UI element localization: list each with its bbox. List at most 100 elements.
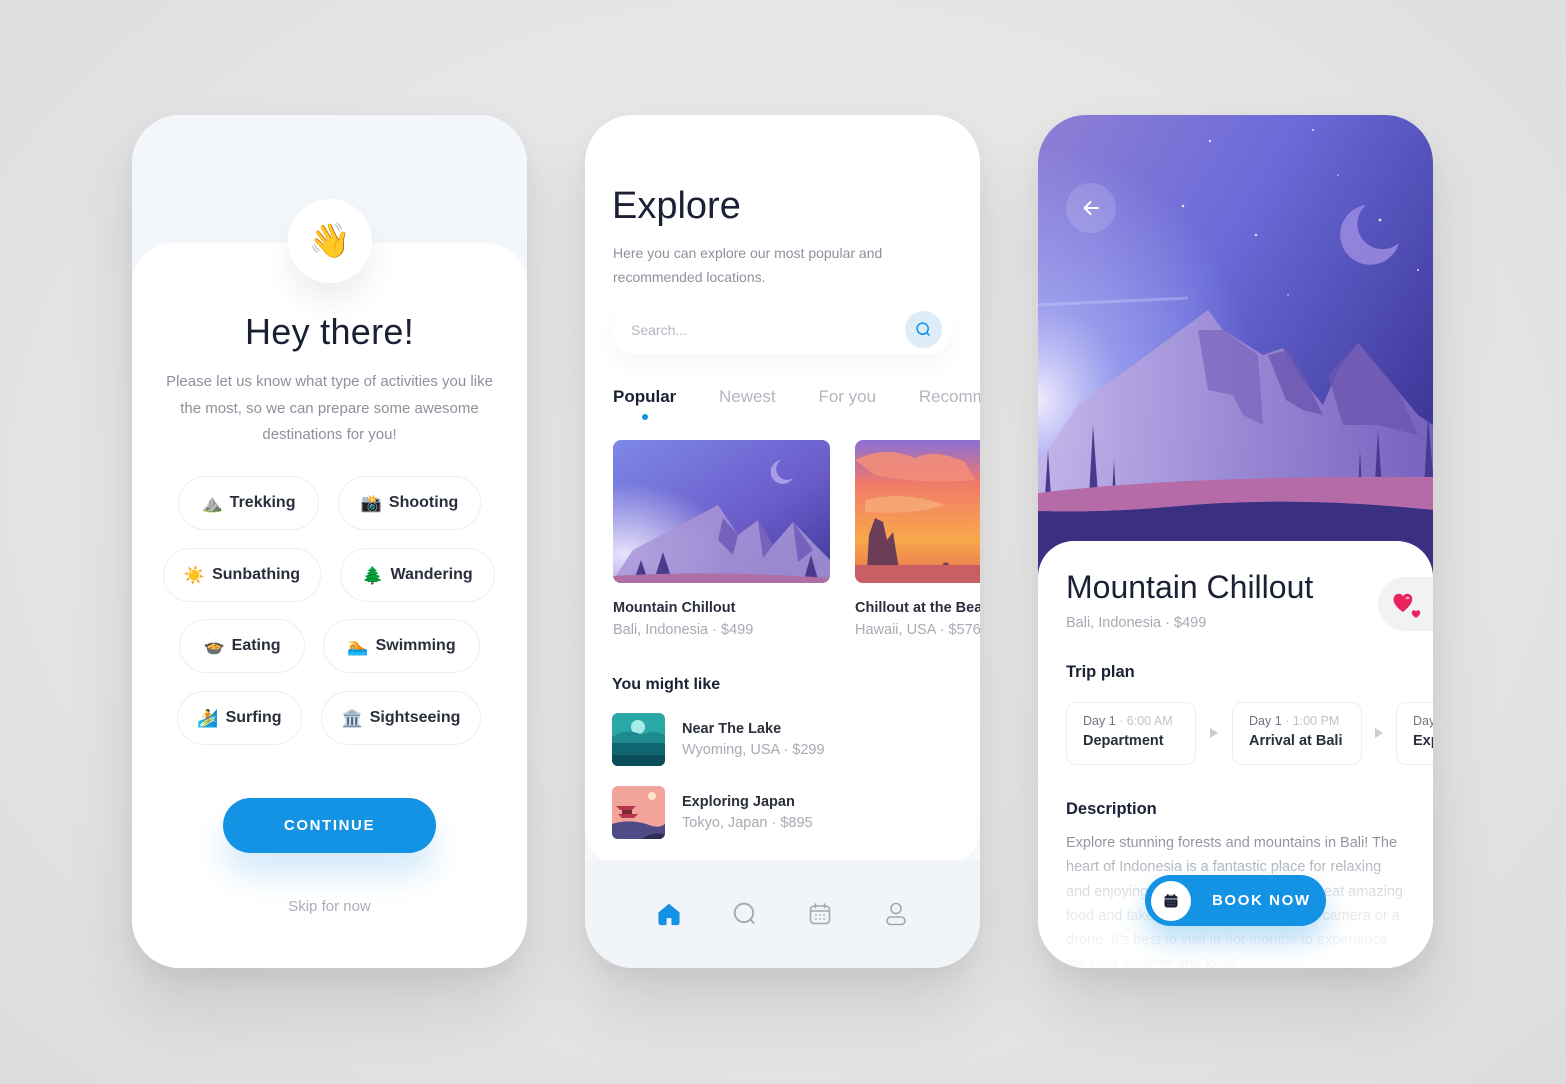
activity-chip-surfing[interactable]: 🏄 Surfing (177, 691, 302, 745)
tab-for-you[interactable]: For you (818, 387, 876, 407)
mountain-thumbnail (613, 440, 830, 583)
featured-card[interactable]: Chillout at the Beach Hawaii, USA · $576 (855, 440, 980, 638)
book-now-button[interactable]: BOOK NOW (1145, 875, 1326, 926)
tab-recommended[interactable]: Recommended (919, 387, 980, 407)
skip-link[interactable]: Skip for now (132, 898, 527, 915)
activity-chip-sightseeing[interactable]: 🏛️ Sightseeing (321, 691, 481, 745)
category-tabs: Popular Newest For you Recommended (613, 387, 980, 420)
bowl-icon: 🍲 (203, 636, 225, 656)
explore-description: Here you can explore our most popular an… (613, 245, 883, 285)
step-day: Day (1413, 714, 1433, 728)
tab-newest[interactable]: Newest (719, 387, 776, 407)
destination-title: Mountain Chillout (1066, 569, 1314, 605)
calendar-icon (1164, 893, 1178, 907)
onboarding-title: Hey there! (244, 311, 415, 352)
item-title: Exploring Japan (682, 793, 795, 810)
card-title: Chillout at the Beach (855, 600, 980, 616)
step-time: 6:00 AM (1126, 714, 1173, 728)
card-title: Mountain Chillout (613, 600, 736, 616)
heart-icon (1393, 593, 1421, 618)
chip-label: Swimming (375, 637, 456, 654)
destination-subtitle: Bali, Indonesia · $499 (1066, 615, 1207, 631)
favorite-button[interactable] (1378, 577, 1433, 631)
trip-step[interactable]: Day 1 · 6:00 AM Department (1066, 702, 1196, 765)
search-button[interactable] (905, 311, 942, 348)
trip-step[interactable]: Day 1 · 1:00 PM Arrival at Bali (1232, 702, 1362, 765)
card-subtitle: Bali, Indonesia · $499 (613, 622, 754, 638)
step-name: Department (1083, 733, 1164, 749)
chip-label: Sightseeing (369, 709, 461, 726)
calendar-badge (1151, 880, 1191, 921)
nav-search[interactable] (725, 894, 765, 934)
mountain-icon: ⛰️ (201, 493, 223, 513)
camera-icon: 📸 (360, 493, 382, 513)
trip-step[interactable]: Day Exp (1396, 702, 1433, 765)
step-name: Arrival at Bali (1249, 733, 1343, 749)
sun-icon: ☀️ (183, 565, 206, 585)
chip-label: Shooting (388, 494, 459, 511)
tab-popular[interactable]: Popular (613, 387, 677, 420)
onboarding-screen: 👋 Hey there! Please let us know what typ… (132, 115, 527, 968)
chip-label: Eating (231, 637, 281, 654)
step-day: Day 1 (1249, 714, 1282, 728)
search-input[interactable] (631, 322, 881, 338)
step-time: 1:00 PM (1292, 714, 1340, 728)
featured-card[interactable]: Mountain Chillout Bali, Indonesia · $499 (613, 440, 830, 638)
building-icon: 🏛️ (341, 708, 363, 728)
book-now-label: BOOK NOW (1212, 892, 1311, 909)
nav-profile[interactable] (876, 894, 916, 934)
japan-thumbnail (612, 785, 665, 839)
search-bar (612, 305, 952, 355)
activity-chip-eating[interactable]: 🍲 Eating (179, 619, 305, 673)
explore-screen: Explore Here you can explore our most po… (585, 115, 980, 968)
item-subtitle: Tokyo, Japan · $895 (682, 814, 813, 831)
item-title: Near The Lake (682, 720, 782, 737)
active-tab-indicator (641, 414, 648, 420)
onboarding-description: Please let us know what type of activiti… (166, 373, 493, 443)
tab-label: For you (818, 387, 877, 406)
chip-label: Trekking (229, 494, 296, 511)
bottom-navigation (585, 860, 980, 968)
tab-label: Newest (719, 387, 776, 406)
activity-chip-wandering[interactable]: 🌲 Wandering (340, 548, 495, 602)
swimmer-icon: 🏊 (347, 636, 369, 656)
tab-label: Popular (613, 387, 677, 406)
tab-label: Recommended (918, 387, 980, 406)
back-button[interactable] (1066, 183, 1116, 233)
waving-hand-icon: 👋 (288, 199, 372, 283)
page-title: Explore (612, 185, 741, 227)
lake-thumbnail (612, 712, 665, 766)
step-arrow-icon (1375, 728, 1383, 738)
step-name: Exp (1413, 733, 1433, 749)
activity-chip-shooting[interactable]: 📸 Shooting (338, 476, 481, 530)
continue-button[interactable]: CONTINUE (223, 798, 436, 853)
surfer-icon: 🏄 (197, 708, 219, 728)
step-day: Day 1 (1083, 714, 1116, 728)
item-subtitle: Wyoming, USA · $299 (682, 741, 825, 758)
description-heading: Description (1066, 800, 1157, 818)
card-subtitle: Hawaii, USA · $576 (855, 622, 980, 638)
waving-hand-emoji: 👋 (308, 222, 352, 260)
activity-chip-swimming[interactable]: 🏊 Swimming (323, 619, 480, 673)
nav-home[interactable] (649, 894, 689, 934)
list-item[interactable]: Near The Lake Wyoming, USA · $299 (612, 712, 912, 766)
arrow-left-icon (1083, 201, 1099, 215)
tree-icon: 🌲 (362, 565, 384, 585)
profile-icon (886, 902, 906, 926)
nav-calendar[interactable] (800, 894, 840, 934)
chip-label: Wandering (390, 566, 473, 583)
trip-plan-heading: Trip plan (1066, 663, 1135, 681)
chip-label: Sunbathing (212, 566, 301, 583)
you-might-like-heading: You might like (612, 676, 721, 693)
activity-chip-trekking[interactable]: ⛰️ Trekking (178, 476, 319, 530)
search-icon (733, 902, 755, 925)
chip-label: Surfing (225, 709, 282, 726)
home-icon (658, 903, 680, 926)
activity-chip-sunbathing[interactable]: ☀️ Sunbathing (163, 548, 321, 602)
calendar-icon (810, 903, 831, 925)
search-icon (916, 322, 930, 336)
detail-screen: Mountain Chillout Bali, Indonesia · $499… (1038, 115, 1433, 968)
list-item[interactable]: Exploring Japan Tokyo, Japan · $895 (612, 785, 912, 839)
step-arrow-icon (1210, 728, 1218, 738)
beach-sunset-thumbnail (855, 440, 980, 583)
